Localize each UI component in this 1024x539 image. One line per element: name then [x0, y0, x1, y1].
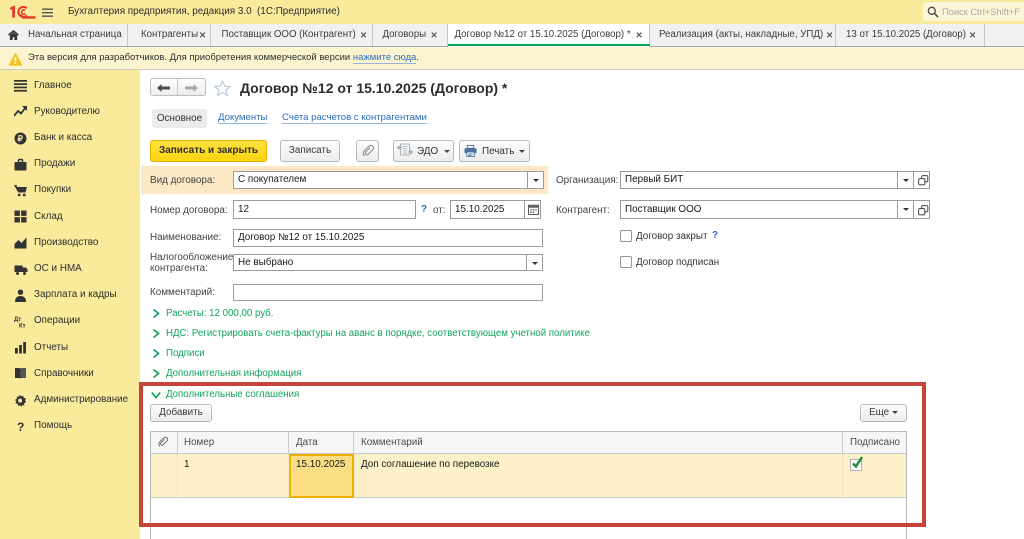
svg-text:₽: ₽: [18, 133, 24, 143]
svg-text:Кт: Кт: [19, 324, 26, 329]
svg-text:?: ?: [17, 420, 24, 433]
svg-text:Дт: Дт: [14, 317, 21, 323]
